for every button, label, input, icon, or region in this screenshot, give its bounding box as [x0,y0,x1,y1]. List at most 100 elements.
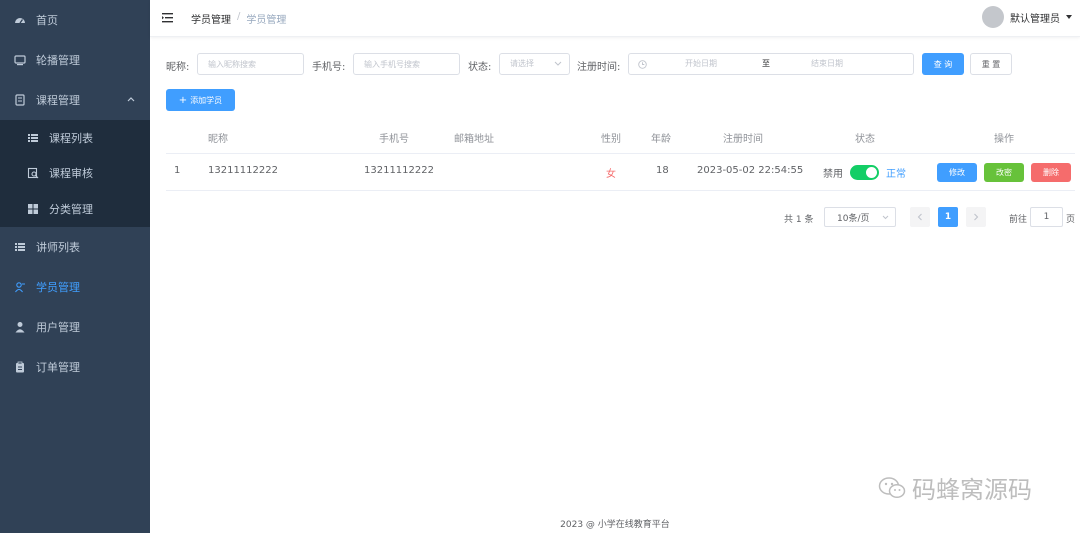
sidebar-item-label: 讲师列表 [36,241,80,254]
page-size-select[interactable]: 10条/页 [824,207,896,227]
breadcrumb-item[interactable]: 学员管理 [191,11,231,26]
query-button[interactable]: 查 询 [922,53,964,75]
caret-down-icon [1066,15,1072,19]
end-date-input[interactable]: 结束日期 [811,54,843,74]
sidebar-subitem-course-list[interactable]: 课程列表 [0,120,150,156]
sidebar-item-carousel[interactable]: 轮播管理 [0,40,150,80]
column-header-status: 状态 [855,134,875,145]
chevron-up-icon [127,97,135,102]
column-header-phone: 手机号 [379,134,409,145]
sidebar-subitem-label: 课程列表 [49,132,93,145]
column-header-actions: 操作 [994,134,1014,145]
chevron-down-icon [554,61,562,66]
column-header-gender: 性别 [601,134,621,145]
column-header-email: 邮箱地址 [454,134,494,145]
status-label: 状态: [468,62,492,73]
course-icon [14,94,26,106]
nickname-label: 昵称: [166,62,190,73]
carousel-icon [14,54,26,66]
chevron-left-icon [917,213,922,221]
breadcrumb-separator: / [237,11,241,22]
add-student-button[interactable]: + 添加学员 [166,89,235,111]
sidebar-item-students[interactable]: 学员管理 [0,267,150,307]
hamburger-icon[interactable] [161,11,175,25]
watermark-text: 码蜂窝源码 [912,476,1032,504]
chevron-down-icon [882,215,889,220]
pagination-total: 共 1 条 [784,215,814,225]
username: 默认管理员 [1010,13,1060,25]
table-divider [166,190,1075,191]
cell-gender: 女 [606,169,616,180]
prev-page-button[interactable] [910,207,930,227]
page-unit-label: 页 [1066,215,1076,225]
cell-regtime: 2023-05-02 22:54:55 [697,165,804,176]
cell-phone: 13211112222 [364,165,434,176]
student-icon [14,281,26,293]
phone-input[interactable] [353,53,460,75]
status-off-label: 禁用 [823,169,843,180]
phone-label: 手机号: [312,62,346,73]
clock-icon [638,60,647,69]
sidebar-subitem-category[interactable]: 分类管理 [0,191,150,227]
clipboard-icon [14,361,26,373]
sidebar-subitem-label: 分类管理 [49,203,93,216]
sidebar-item-label: 用户管理 [36,321,80,334]
switch-knob [866,167,877,178]
plus-icon: + [178,94,188,106]
page-number-current[interactable]: 1 [938,207,958,227]
wechat-icon [878,476,906,498]
user-dropdown[interactable]: 默认管理员 [982,6,1072,28]
date-range-picker[interactable]: 开始日期 至 结束日期 [628,53,914,75]
list-icon [14,241,26,253]
page-size-value: 10条/页 [837,213,870,224]
sidebar-item-label: 首页 [36,14,58,27]
status-switch[interactable] [850,165,879,180]
sidebar-item-course[interactable]: 课程管理 [0,80,150,120]
sidebar-item-label: 轮播管理 [36,54,80,67]
avatar [982,6,1004,28]
regtime-label: 注册时间: [577,62,621,73]
nickname-input[interactable] [197,53,304,75]
sidebar-item-users[interactable]: 用户管理 [0,307,150,347]
breadcrumb: 学员管理 / 学员管理 [191,11,286,26]
column-header-regtime: 注册时间 [723,134,763,145]
status-select-placeholder: 请选择 [510,59,534,68]
reset-button[interactable]: 重 置 [970,53,1012,75]
edit-button[interactable]: 修改 [937,163,977,182]
cell-age: 18 [656,165,669,176]
row-index: 1 [174,165,181,176]
table-divider [166,153,1075,154]
sidebar-subitem-course-audit[interactable]: 课程审核 [0,155,150,191]
status-on-label: 正常 [886,169,906,180]
goto-label: 前往 [1009,215,1028,225]
breadcrumb-current: 学员管理 [246,15,287,26]
audit-icon [27,167,39,179]
sidebar-item-label: 学员管理 [36,281,80,294]
sidebar-subitem-label: 课程审核 [49,167,93,180]
range-separator: 至 [762,59,770,68]
cell-nickname: 13211112222 [208,165,278,176]
start-date-input[interactable]: 开始日期 [685,54,717,74]
status-select[interactable]: 请选择 [499,53,570,75]
user-icon [14,321,26,333]
delete-button[interactable]: 删除 [1031,163,1071,182]
change-password-button[interactable]: 改密 [984,163,1024,182]
column-header-nickname: 昵称 [208,134,228,145]
sidebar-item-label: 课程管理 [36,94,80,107]
navbar: 学员管理 / 学员管理 默认管理员 [150,0,1080,37]
list-icon [27,132,39,144]
sidebar-item-teachers[interactable]: 讲师列表 [0,227,150,267]
grid-icon [27,203,39,215]
next-page-button[interactable] [966,207,986,227]
watermark: 码蜂窝源码 [878,470,1032,505]
sidebar-item-label: 订单管理 [36,361,80,374]
dashboard-icon [14,14,26,26]
add-student-label: 添加学员 [190,95,223,105]
goto-page-input[interactable]: 1 [1030,207,1063,227]
column-header-age: 年龄 [651,134,671,145]
sidebar-item-home[interactable]: 首页 [0,0,150,40]
footer: 2023 @ 小学在线教育平台 [560,520,670,530]
sidebar-item-orders[interactable]: 订单管理 [0,347,150,387]
sidebar: 首页 轮播管理 课程管理 课程列表 课程审核 分类管理 讲师列表 学员管理 用户… [0,0,150,533]
chevron-right-icon [974,213,979,221]
